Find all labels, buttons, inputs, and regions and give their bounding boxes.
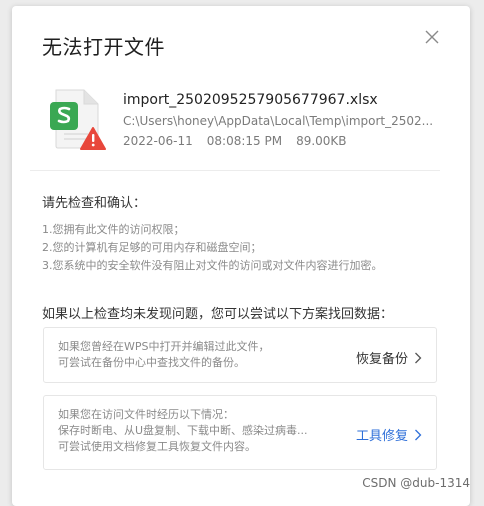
option-line: 如果您在访问文件时经历以下情况： bbox=[58, 408, 234, 421]
option-line: 可尝试使用文档修复工具恢复文件内容。 bbox=[58, 440, 256, 453]
recover-title: 如果以上检查均未发现问题，您可以尝试以下方案找回数据： bbox=[42, 307, 394, 322]
watermark: CSDN @dub-1314 bbox=[362, 476, 470, 490]
file-path: C:\Users\honey\AppData\Local\Temp\import… bbox=[123, 114, 434, 128]
check-item: 1.您拥有此文件的访问权限； bbox=[42, 223, 185, 236]
chevron-right-icon bbox=[414, 352, 422, 368]
check-item: 3.您系统中的安全软件没有阻止对文件的访问或对文件内容进行加密。 bbox=[42, 259, 383, 272]
check-list: 1.您拥有此文件的访问权限； 2.您的计算机有足够的可用内存和磁盘空间； 3.您… bbox=[42, 221, 452, 275]
check-item: 2.您的计算机有足够的可用内存和磁盘空间； bbox=[42, 241, 262, 254]
dialog-title: 无法打开文件 bbox=[42, 35, 165, 59]
option-line: 如果您曾经在WPS中打开并编辑过此文件， bbox=[58, 340, 270, 353]
restore-backup-button[interactable]: 恢复备份 bbox=[356, 348, 422, 368]
repair-tool-option[interactable]: 如果您在访问文件时经历以下情况： 保存时断电、从U盘复制、下载中断、感染过病毒.… bbox=[43, 395, 437, 470]
file-date: 2022-06-11 bbox=[123, 134, 193, 148]
check-title: 请先检查和确认： bbox=[42, 196, 147, 211]
option-line: 保存时断电、从U盘复制、下载中断、感染过病毒... bbox=[58, 424, 308, 437]
divider bbox=[30, 170, 440, 171]
file-name: import_2502095257905677967.xlsx bbox=[123, 92, 378, 108]
restore-backup-option[interactable]: 如果您曾经在WPS中打开并编辑过此文件， 可尝试在备份中心中查找文件的备份。 恢… bbox=[43, 327, 437, 383]
option-line: 可尝试在备份中心中查找文件的备份。 bbox=[58, 356, 245, 369]
spreadsheet-file-warning-icon bbox=[48, 88, 106, 152]
repair-tool-button[interactable]: 工具修复 bbox=[356, 425, 422, 445]
option-description: 如果您曾经在WPS中打开并编辑过此文件， 可尝试在备份中心中查找文件的备份。 bbox=[58, 339, 330, 371]
file-meta: 2022-06-11 08:08:15 PM 89.00KB bbox=[123, 134, 361, 148]
chevron-right-icon bbox=[414, 429, 422, 445]
restore-backup-label: 恢复备份 bbox=[355, 352, 408, 367]
repair-tool-label: 工具修复 bbox=[355, 429, 408, 444]
file-size: 89.00KB bbox=[296, 134, 347, 148]
file-time: 08:08:15 PM bbox=[206, 134, 283, 148]
open-file-error-dialog: 无法打开文件 import_2502095257905677967.xlsx C… bbox=[12, 6, 470, 506]
close-icon[interactable] bbox=[422, 27, 442, 47]
option-description: 如果您在访问文件时经历以下情况： 保存时断电、从U盘复制、下载中断、感染过病毒.… bbox=[58, 407, 330, 455]
